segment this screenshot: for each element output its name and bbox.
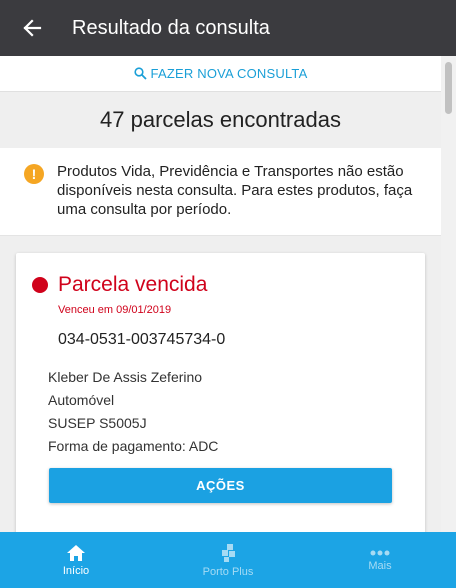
porto-plus-icon [222,543,235,562]
results-scroll-area[interactable]: FAZER NOVA CONSULTA 47 parcelas encontra… [0,56,441,532]
home-icon [67,544,85,561]
nav-label-inicio: Início [62,564,90,577]
app-bar: Resultado da consulta [0,0,456,56]
policy-number: 034-0531-003745734-0 [58,331,226,348]
arrow-left-icon [23,19,42,37]
bottom-nav: Início Porto Plus Mais [0,532,456,588]
page-title: Resultado da consulta [72,16,270,39]
status-row: Parcela vencida [32,273,207,297]
notice-text: Produtos Vida, Previdência e Transportes… [57,163,413,218]
notice-box: ! Produtos Vida, Previdência e Transport… [0,148,441,236]
search-icon [133,67,147,80]
product-type: Automóvel [48,392,115,408]
actions-button[interactable]: AÇÕES [49,468,392,503]
payment-method: Forma de pagamento: ADC [48,438,219,454]
status-label: Parcela vencida [58,273,208,296]
due-date: Venceu em 09/01/2019 [58,304,172,316]
susep-code: SUSEP S5005J [48,415,147,431]
back-button[interactable] [0,0,64,56]
nav-item-porto-plus[interactable]: Porto Plus [152,532,304,588]
nav-item-inicio[interactable]: Início [0,532,152,588]
results-count: 47 parcelas encontradas [100,107,341,132]
nav-label-mais: Mais [368,559,392,572]
scrollbar-thumb[interactable] [445,62,452,114]
overdue-dot-icon [32,277,48,293]
new-search-label: FAZER NOVA CONSULTA [150,66,308,81]
nav-label-porto-plus: Porto Plus [202,565,254,578]
more-icon [370,550,390,555]
scrollbar[interactable] [441,56,456,532]
holder-name: Kleber De Assis Zeferino [48,369,203,385]
nav-item-mais[interactable]: Mais [304,532,456,588]
new-search-button[interactable]: FAZER NOVA CONSULTA [0,56,441,92]
installment-card[interactable]: Parcela vencida Venceu em 09/01/2019 034… [16,253,425,532]
warning-icon: ! [24,164,44,184]
